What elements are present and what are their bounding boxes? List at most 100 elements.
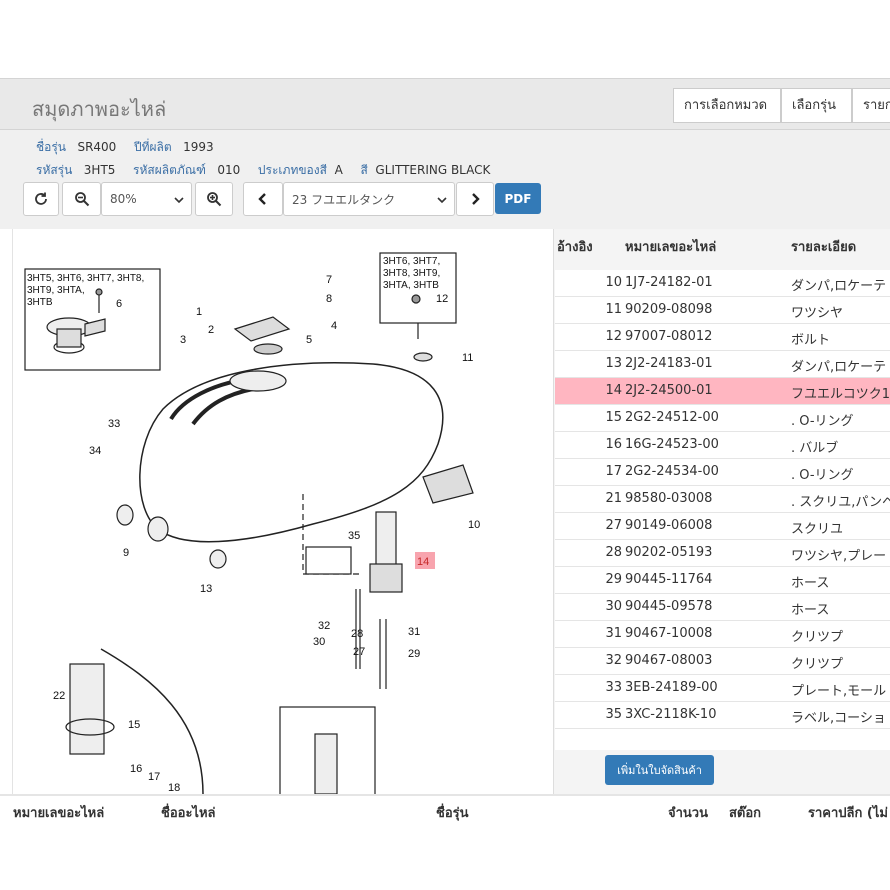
chevron-down-icon [437,197,447,204]
table-row[interactable]: 30 90445-09578 ホース [555,594,890,621]
inset-left-line-1: 3HT5, 3HT6, 3HT7, 3HT8, [27,273,144,284]
add-to-order-button[interactable]: เพิ่มในใบจัดสินค้า [605,755,714,785]
inset-left-line-3: 3HTB [27,297,53,308]
callout-11[interactable]: 11 [462,352,473,364]
order-col-stock: สต๊อก [729,806,762,821]
order-col-part-number: หมายเลขอะไหล่ [13,806,105,821]
zoom-in-button[interactable] [195,182,233,216]
category-value: 23 フユエルタンク [292,192,396,207]
model-name-label: ชื่อรุ่น [36,140,66,154]
callout-4[interactable]: 4 [331,320,337,332]
fuel-tank-exploded-view: 3HT5, 3HT6, 3HT7, 3HT8, 3HT9, 3HTA, 3HTB… [24,252,480,794]
chevron-down-icon [174,197,184,204]
callout-18[interactable]: 18 [168,782,180,794]
refresh-icon [35,192,47,205]
model-code-label: รหัสรุ่น [36,163,73,177]
callout-22[interactable]: 22 [53,690,65,702]
col-description-header[interactable]: รายละเอียด [791,236,856,257]
callout-30[interactable]: 30 [313,636,325,648]
color-type-label: ประเภทของสี [257,163,327,177]
callout-6[interactable]: 6 [116,298,122,310]
table-row[interactable]: 28 90202-05193 ワツシヤ,プレー [555,540,890,567]
prev-category-button[interactable] [243,182,283,216]
callout-10[interactable]: 10 [468,519,480,531]
product-code-value: 010 [217,163,241,177]
zoom-value: 80% [110,192,137,206]
parts-table-panel: อ้างอิง หมายเลขอะไหล่ รายละเอียด 10 1J7-2… [553,229,890,794]
order-col-part-name: ชื่ออะไหล่ [161,806,216,821]
callout-2[interactable]: 2 [208,324,214,336]
table-row[interactable]: 31 90467-10008 クリツプ [555,621,890,648]
order-col-quantity: จำนวน [668,806,708,821]
callout-15[interactable]: 15 [128,719,140,731]
color-value: GLITTERING BLACK [375,163,491,177]
callout-32[interactable]: 32 [318,620,330,632]
zoom-out-button[interactable] [62,182,101,216]
table-row[interactable]: 35 3XC-2118K-10 ラベル,コーショ [555,702,890,729]
model-name-value: SR400 [77,140,117,154]
callout-12[interactable]: 12 [436,293,448,305]
callout-33[interactable]: 33 [108,418,120,430]
table-row[interactable]: 27 90149-06008 スクリユ [555,513,890,540]
table-row[interactable]: 11 90209-08098 ワツシヤ [555,297,890,324]
callout-3[interactable]: 3 [180,334,186,346]
refresh-button[interactable] [23,182,59,216]
table-row-selected[interactable]: 14 2J2-24500-01 フユエルコツク1 [555,378,890,405]
callout-35[interactable]: 35 [348,530,360,542]
table-row[interactable]: 21 98580-03008. スクリユ,パンヘ [555,486,890,513]
zoom-out-icon [74,192,89,207]
col-part-number-header[interactable]: หมายเลขอะไหล่ [625,236,716,257]
model-code-value: 3HT5 [83,163,116,177]
callout-13[interactable]: 13 [200,583,212,595]
year-label: ปีที่ผลิต [133,140,172,154]
model-info-row-1: ชื่อรุ่น SR400 ปีที่ผลิต 1993 [36,138,224,157]
col-ref-header[interactable]: อ้างอิง [557,236,593,257]
table-row[interactable]: 16 16G-24523-00. バルブ [555,432,890,459]
table-row[interactable]: 12 97007-08012 ボルト [555,324,890,351]
callout-34[interactable]: 34 [89,445,101,457]
table-row[interactable]: 32 90467-08003 クリツプ [555,648,890,675]
zoom-select[interactable]: 80% [101,182,192,216]
chevron-left-icon [258,193,266,205]
nav-model-button[interactable]: เลือกรุ่น [781,88,852,123]
callout-17[interactable]: 17 [148,771,160,783]
chevron-right-icon [472,193,480,205]
app-title: สมุดภาพอะไหล่ [32,97,167,121]
callout-7[interactable]: 7 [326,274,332,286]
callout-31[interactable]: 31 [408,626,420,638]
category-select[interactable]: 23 フユエルタンク [283,182,455,216]
parts-diagram[interactable]: 3HT5, 3HT6, 3HT7, 3HT8, 3HT9, 3HTA, 3HTB… [12,229,553,794]
product-code-label: รหัสผลิตภัณฑ์ [133,163,206,177]
parts-table-body[interactable]: 10 1J7-24182-01 ダンパ,ロケーテ 11 90209-08098 ワツシヤ… [555,270,890,750]
inset-left-line-2: 3HT9, 3HTA, [27,285,85,296]
nav-list-button[interactable]: รายการ [852,88,890,123]
model-info-row-2: รหัสรุ่น 3HT5 รหัสผลิตภัณฑ์ 010 ประเภทขอ… [36,161,500,180]
order-col-model: ชื่อรุ่น [436,806,469,821]
parts-catalog-app: สมุดภาพอะไหล่ การเลือกหมวด เลือกรุ่น ราย… [0,0,890,890]
callout-5[interactable]: 5 [306,334,312,346]
callout-27[interactable]: 27 [353,646,365,658]
callout-14[interactable]: 14 [417,556,429,568]
callout-9[interactable]: 9 [123,547,129,559]
zoom-in-icon [207,192,222,207]
table-row[interactable]: 17 2G2-24534-00. O-リング [555,459,890,486]
callout-28[interactable]: 28 [351,628,363,640]
inset-right-line-1: 3HT6, 3HT7, [383,256,440,267]
callout-8[interactable]: 8 [326,293,332,305]
color-type-value: A [334,163,343,177]
next-category-button[interactable] [456,182,494,216]
callout-29[interactable]: 29 [408,648,420,660]
callout-1[interactable]: 1 [196,306,202,318]
color-label: สี [360,163,368,177]
pdf-button[interactable]: PDF [495,183,541,214]
table-row[interactable]: 33 3EB-24189-00 プレート,モール [555,675,890,702]
table-row[interactable]: 13 2J2-24183-01 ダンパ,ロケーテ [555,351,890,378]
year-value: 1993 [183,140,214,154]
table-row[interactable]: 15 2G2-24512-00. O-リング [555,405,890,432]
table-row[interactable]: 29 90445-11764 ホース [555,567,890,594]
inset-right-line-2: 3HT8, 3HT9, [383,268,440,279]
nav-category-button[interactable]: การเลือกหมวด [673,88,781,123]
table-row[interactable]: 10 1J7-24182-01 ダンパ,ロケーテ [555,270,890,297]
order-col-retail-price: ราคาปลีก (ไม่ [808,806,888,821]
callout-16[interactable]: 16 [130,763,142,775]
